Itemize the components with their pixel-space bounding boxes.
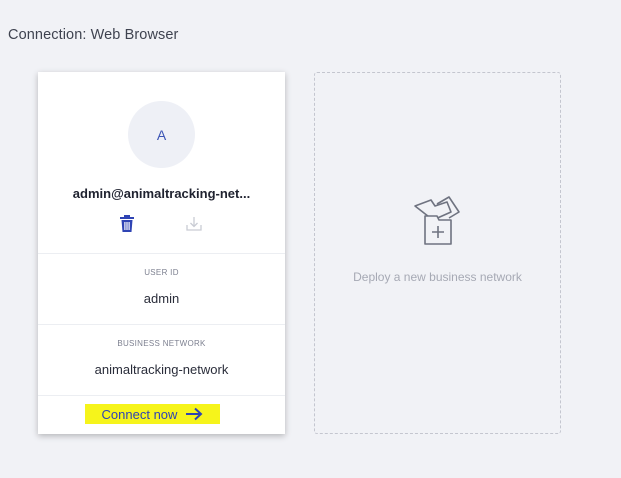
card-actions (38, 215, 285, 235)
divider (38, 395, 285, 396)
avatar-initial: A (156, 126, 167, 143)
identity-name: admin@animaltracking-net... (72, 186, 251, 201)
connect-now-button[interactable]: Connect now (85, 404, 220, 424)
deploy-network-card[interactable]: Deploy a new business network (314, 72, 561, 434)
deploy-network-icon (414, 196, 460, 245)
user-id-value: admin (143, 291, 180, 306)
user-id-label: USER ID (144, 268, 179, 277)
deploy-network-label: Deploy a new business network (353, 270, 522, 284)
business-network-value: animaltracking-network (94, 362, 229, 377)
page: Connection: Web Browser A admin@animaltr… (0, 0, 621, 478)
identity-card: A admin@animaltracking-net... USER ID ad… (38, 72, 285, 434)
arrow-right-icon (186, 407, 203, 421)
trash-icon[interactable] (120, 215, 134, 233)
divider (38, 324, 285, 325)
connection-title: Connection: Web Browser (8, 27, 179, 43)
business-network-label: BUSINESS NETWORK (117, 339, 206, 348)
export-icon[interactable] (186, 215, 202, 233)
avatar: A (128, 101, 195, 168)
divider (38, 253, 285, 254)
connect-now-label: Connect now (101, 406, 178, 422)
